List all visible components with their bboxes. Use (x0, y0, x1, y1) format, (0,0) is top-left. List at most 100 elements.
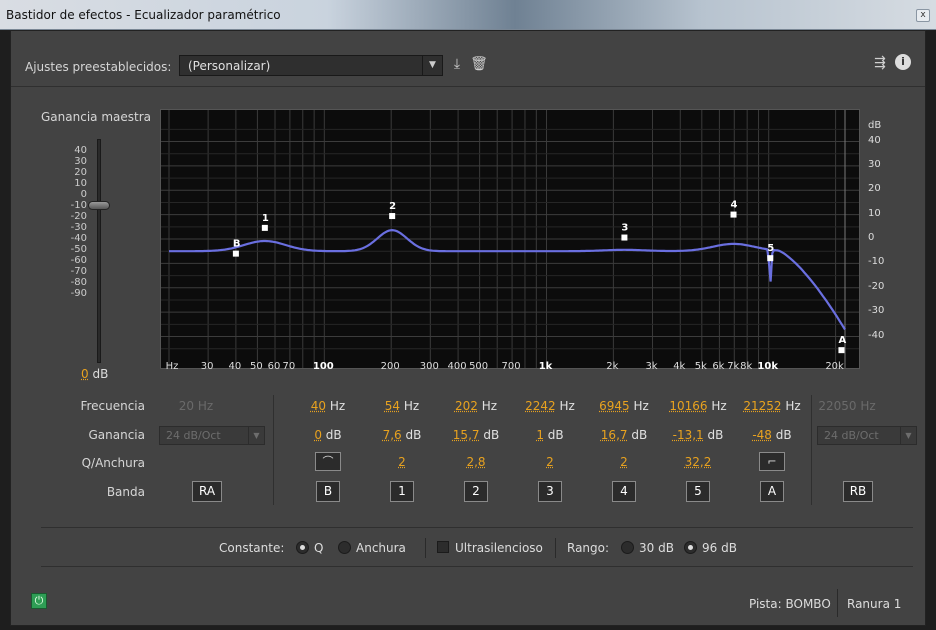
eq-curve-svg[interactable]: B 1 2 3 4 5 A (161, 110, 859, 368)
db-tick: 40 (868, 134, 881, 146)
band-button-4[interactable]: 4 (612, 481, 636, 502)
scale-tick: -10 (70, 200, 87, 211)
eq-curve (169, 228, 846, 331)
band-button-rb[interactable]: RB (843, 481, 873, 502)
band-label-5: 5 (767, 243, 774, 254)
slider-track[interactable] (97, 139, 101, 363)
db-tick: 10 (868, 207, 881, 219)
constant-label: Constante: (219, 541, 285, 555)
high-shelf-icon[interactable]: ⌐ (759, 452, 785, 471)
scale-tick: -30 (70, 222, 87, 233)
scale-tick: 20 (74, 167, 87, 178)
freq-tick: 500 (469, 361, 489, 372)
q-value[interactable]: 2 (513, 455, 587, 469)
divider (811, 395, 812, 505)
chevron-down-icon[interactable]: ▼ (422, 56, 442, 75)
info-icon[interactable]: i (895, 54, 911, 70)
freq-tick: 1k (538, 361, 553, 372)
routing-icon[interactable]: ⇶ (871, 55, 889, 73)
low-cut-freq: 20 Hz (178, 399, 214, 413)
width-radio-label[interactable]: Anchura (356, 541, 406, 555)
freq-tick: 700 (501, 361, 521, 372)
ultra-quiet-checkbox[interactable] (437, 541, 449, 553)
db-tick: -10 (868, 256, 885, 268)
scale-tick: -40 (70, 233, 87, 244)
band-button-ra[interactable]: RA (192, 481, 222, 502)
band-button-5[interactable]: 5 (686, 481, 710, 502)
freq-tick: 20k (825, 361, 844, 372)
eq-graph[interactable]: B 1 2 3 4 5 A (160, 109, 860, 369)
export-icon[interactable]: ⤓ (448, 56, 466, 74)
freq-tick: 8k (740, 361, 753, 372)
low-shelf-icon[interactable]: ⌒ (315, 452, 341, 471)
db-tick: 20 (868, 183, 881, 195)
q-radio[interactable] (296, 541, 309, 554)
low-cut-column: 20 Hz 24 dB/Oct ▼ RA (159, 391, 271, 515)
divider (273, 395, 274, 505)
band-column-5: 10166 Hz -13,1 dB 32,2 5 (661, 391, 735, 515)
q-value[interactable]: 2 (365, 455, 439, 469)
freq-tick: 4k (673, 361, 686, 372)
preset-row: Ajustes preestablecidos: (Personalizar) … (11, 31, 925, 87)
range-label: Rango: (567, 541, 610, 555)
band-button-b[interactable]: B (316, 481, 340, 502)
q-row-label: Q/Anchura (81, 456, 145, 470)
q-value[interactable]: 32,2 (661, 455, 735, 469)
track-name: Pista: BOMBO (749, 597, 831, 611)
presets-label: Ajustes preestablecidos: (25, 60, 172, 74)
band-label-B: B (233, 239, 241, 250)
gain-row-label: Ganancia (88, 428, 145, 442)
scale-tick: -80 (70, 277, 87, 288)
frequency-axis: Hz 30 40 50 60 70 100 200 300 400 500 700 1k 2k 3k 4k 5k… (160, 361, 860, 377)
band-button-1[interactable]: 1 (390, 481, 414, 502)
freq-tick: 3k (645, 361, 658, 372)
master-gain-slider[interactable]: 40 30 20 10 0 -10 -20 -30 -40 -50 -60 -7… (45, 137, 110, 377)
scale-tick: -90 (70, 288, 87, 299)
freq-tick: 400 (447, 361, 467, 372)
q-value[interactable]: 2,8 (439, 455, 513, 469)
freq-tick: 70 (282, 361, 296, 372)
q-value[interactable]: 2 (587, 455, 661, 469)
scale-tick: -60 (70, 255, 87, 266)
high-cut-column: 22050 Hz 24 dB/Oct ▼ RB (817, 391, 925, 515)
band-button-2[interactable]: 2 (464, 481, 488, 502)
chevron-down-icon: ▼ (900, 427, 916, 444)
freq-tick: 10k (757, 361, 778, 372)
db-tick: -20 (868, 280, 885, 292)
band-handle-3 (621, 234, 628, 241)
close-icon[interactable]: x (916, 9, 930, 22)
divider (555, 538, 556, 558)
range-96-label[interactable]: 96 dB (702, 541, 737, 555)
band-button-a[interactable]: A (760, 481, 784, 502)
band-handle-A (838, 347, 845, 354)
frequency-row-label: Frecuencia (80, 399, 145, 413)
q-radio-label[interactable]: Q (314, 541, 323, 555)
db-tick: dB (868, 119, 882, 131)
chevron-down-icon: ▼ (248, 427, 264, 444)
scale-tick: 10 (74, 178, 87, 189)
presets-value: (Personalizar) (188, 59, 271, 73)
freq-tick: 5k (694, 361, 707, 372)
ultra-quiet-label[interactable]: Ultrasilencioso (455, 541, 543, 555)
divider (837, 589, 838, 617)
slider-handle[interactable] (88, 201, 110, 210)
band-column-a: 21252 Hz -48 dB ⌐ A (735, 391, 809, 515)
band-button-3[interactable]: 3 (538, 481, 562, 502)
master-gain-value[interactable]: 0 dB (81, 367, 108, 381)
range-96-radio[interactable] (684, 541, 697, 554)
band-handle-2 (389, 213, 396, 220)
freq-tick: 7k (727, 361, 740, 372)
freq-tick: 200 (380, 361, 400, 372)
band-handle-5 (767, 255, 774, 262)
db-tick: 0 (868, 232, 875, 243)
range-30-label[interactable]: 30 dB (639, 541, 674, 555)
width-radio[interactable] (338, 541, 351, 554)
band-handle-4 (730, 211, 737, 218)
scale-tick: 40 (74, 145, 87, 156)
range-30-radio[interactable] (621, 541, 634, 554)
trash-icon[interactable]: 🗑 (470, 56, 488, 74)
band-handle-1 (261, 224, 268, 231)
presets-dropdown[interactable]: (Personalizar) ▼ (179, 55, 443, 76)
power-icon[interactable]: ⏻ (31, 593, 47, 609)
scale-tick: 30 (74, 156, 87, 167)
